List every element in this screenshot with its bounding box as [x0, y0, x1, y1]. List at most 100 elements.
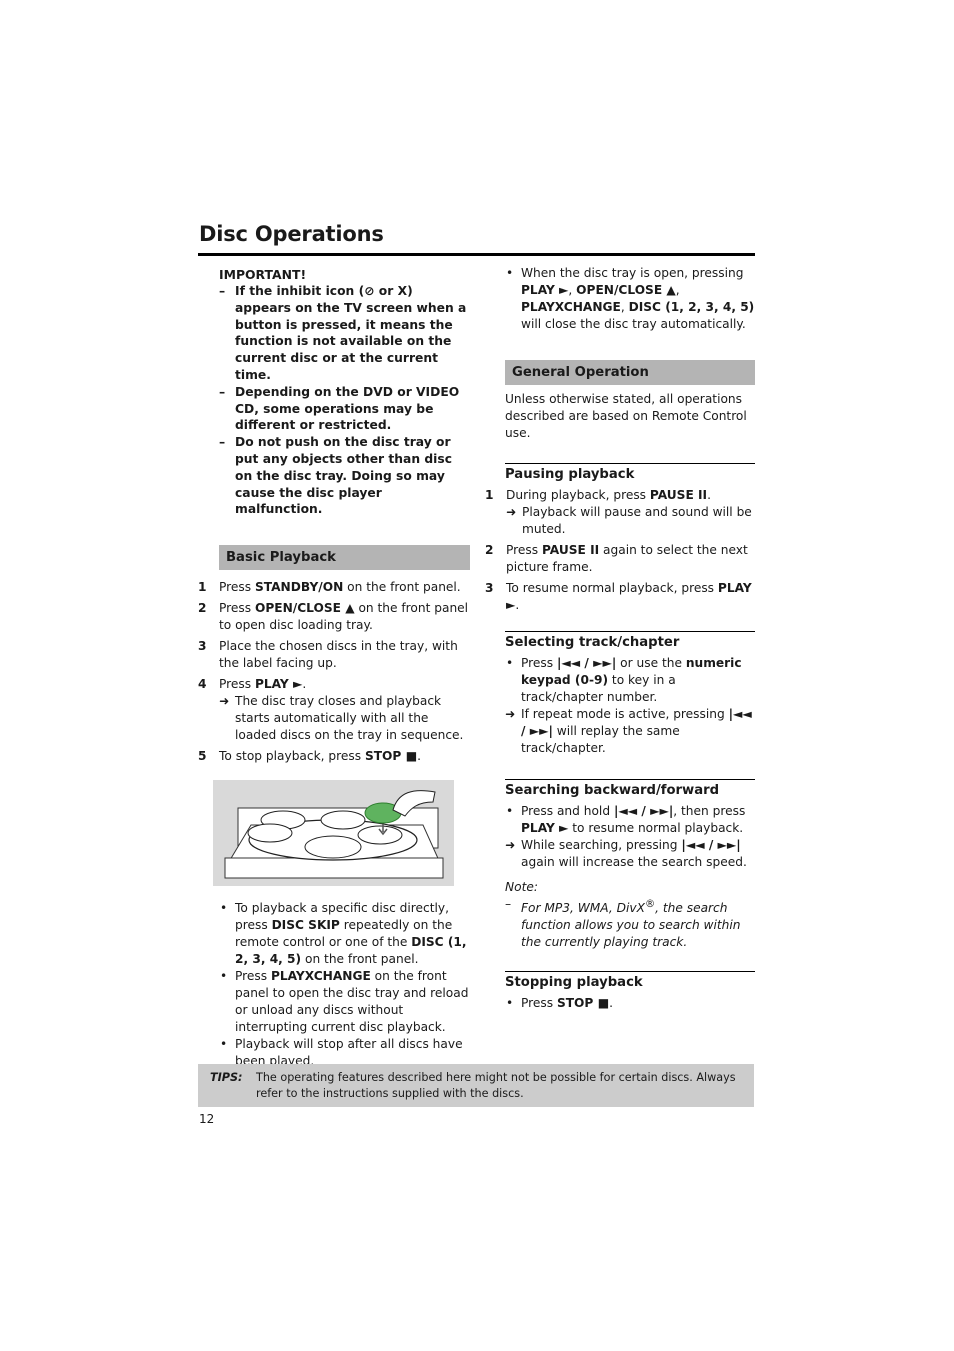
tray-front	[224, 857, 444, 879]
dash-marker: –	[219, 284, 226, 298]
text: .	[302, 677, 307, 692]
text: If repeat mode is active, pressing	[521, 707, 729, 721]
important-heading: IMPORTANT!	[219, 267, 307, 282]
bullet-marker: •	[506, 996, 514, 1011]
separator: ,	[620, 300, 629, 314]
step-item: 5 To stop playback, press STOP ■.	[198, 748, 470, 765]
text: on the front panel.	[343, 580, 461, 595]
dash-marker: –	[505, 897, 512, 911]
step-item: 2 Press OPEN/CLOSE ▲ on the front panel …	[198, 600, 470, 634]
note: Note: – For MP3, WMA, DivX®, the search …	[505, 879, 755, 951]
text: ) appears on the TV screen when a button…	[235, 284, 467, 382]
step-item: 3 To resume normal playback, press PLAY …	[485, 580, 755, 614]
disc-tray-drawing	[224, 790, 444, 879]
text: .	[707, 488, 711, 502]
step-number: 2	[198, 601, 207, 616]
page-number: 12	[199, 1112, 215, 1126]
section-heading-basic-playback: Basic Playback	[219, 545, 470, 571]
divider	[505, 463, 755, 464]
bullet-item: • Press and hold |◄◄ / ►►|, then press P…	[505, 803, 755, 837]
bullet-marker: •	[506, 656, 514, 670]
text: For MP3, WMA, DivX	[521, 901, 645, 916]
text: To stop playback, press	[219, 749, 365, 764]
divider	[505, 779, 755, 780]
disc-slot	[247, 823, 293, 843]
tips-text: The operating features described here mi…	[256, 1071, 736, 1100]
button-name: STANDBY/ON	[254, 580, 344, 595]
text: again will increase the search speed.	[521, 855, 747, 869]
text: .	[609, 996, 613, 1011]
bullet-item: • Press |◄◄ / ►►| or use the numeric key…	[505, 655, 755, 706]
arrow-icon: ➜	[506, 505, 517, 519]
text: Press	[521, 996, 557, 1011]
arrow-icon: ➜	[219, 694, 230, 709]
step-number: 2	[485, 543, 494, 557]
disc-slot	[320, 810, 366, 830]
text: Press	[219, 580, 255, 595]
divider	[505, 631, 755, 632]
step-number: 3	[485, 581, 494, 595]
button-name: PAUSE II	[649, 488, 708, 502]
inhibit-icon: ⊘	[364, 284, 375, 298]
text: to resume normal playback.	[568, 821, 744, 835]
important-item: – Depending on the DVD or VIDEO CD, some…	[219, 384, 470, 434]
text: Do not push on the disc tray or put any …	[235, 435, 452, 517]
tips-box: TIPS: The operating features described h…	[198, 1064, 754, 1107]
text: Press	[219, 601, 255, 616]
text: on the front panel.	[301, 952, 419, 967]
button-name: PLAYXCHANGE	[270, 969, 371, 984]
button-name: STOP ■	[556, 996, 610, 1011]
button-name: PLAYXCHANGE	[521, 300, 621, 314]
important-item: – If the inhibit icon (⊘ or X) appears o…	[219, 283, 470, 384]
result-line: ➜ While searching, pressing |◄◄ / ►►| ag…	[505, 837, 755, 871]
result-line: ➜ The disc tray closes and playback star…	[219, 693, 470, 744]
left-column: IMPORTANT! – If the inhibit icon (⊘ or X…	[198, 265, 470, 1070]
button-name: PLAY ►	[254, 677, 303, 692]
text: To resume normal playback, press	[506, 581, 718, 595]
text: Place the chosen discs in the tray, with…	[219, 639, 458, 671]
searching-body: • Press and hold |◄◄ / ►►|, then press P…	[505, 803, 755, 871]
step-item: 4 Press PLAY ►. ➜ The disc tray closes a…	[198, 676, 470, 744]
text: While searching, pressing	[521, 838, 682, 852]
bullet-marker: •	[220, 969, 228, 984]
text: Depending on the DVD or VIDEO CD, some o…	[235, 384, 460, 433]
bullet-marker: •	[506, 266, 514, 280]
text: The disc tray closes and playback starts…	[235, 694, 464, 743]
text: Playback will pause and sound will be mu…	[522, 505, 752, 536]
text: Press and hold	[521, 804, 614, 818]
subheading-stopping: Stopping playback	[505, 975, 643, 991]
tips-label: TIPS:	[210, 1071, 243, 1084]
text: .	[417, 749, 421, 764]
step-item: 1 Press STANDBY/ON on the front panel.	[198, 579, 470, 596]
button-name: STOP ■	[364, 749, 418, 764]
step-number: 1	[198, 580, 207, 595]
text: .	[515, 598, 520, 612]
bullet-item: • Press STOP ■.	[505, 995, 755, 1012]
text: or use the	[616, 656, 686, 670]
separator: ,	[568, 283, 577, 297]
subheading-pausing: Pausing playback	[505, 467, 635, 482]
button-name: DISC SKIP	[271, 918, 340, 933]
step-number: 4	[198, 677, 207, 692]
stopping-body: • Press STOP ■.	[505, 995, 755, 1012]
subheading-searching: Searching backward/forward	[505, 783, 720, 798]
text: When the disc tray is open, pressing	[521, 266, 744, 280]
skip-prev-next-icon: |◄◄ / ►►|	[613, 804, 674, 818]
bullet-marker: •	[220, 1037, 228, 1052]
text: will close the disc tray automatically.	[521, 317, 746, 331]
bullet-marker: •	[506, 804, 514, 818]
title-rule	[198, 253, 755, 256]
text: , then press	[673, 804, 746, 818]
text: Press	[521, 656, 557, 670]
button-name: PAUSE II	[541, 543, 600, 557]
x-icon: X	[397, 284, 408, 298]
result-line: ➜ Playback will pause and sound will be …	[506, 504, 755, 538]
step-item: 3 Place the chosen discs in the tray, wi…	[198, 638, 470, 672]
note-label: Note:	[505, 880, 538, 894]
separator: ,	[675, 283, 680, 297]
bullet-item: • Press PLAYXCHANGE on the front panel t…	[219, 968, 470, 1036]
step-number: 1	[485, 488, 494, 502]
step-item: 1 During playback, press PAUSE II. ➜ Pla…	[485, 487, 755, 538]
arrow-icon: ➜	[505, 838, 516, 852]
page-title: Disc Operations	[199, 222, 384, 246]
